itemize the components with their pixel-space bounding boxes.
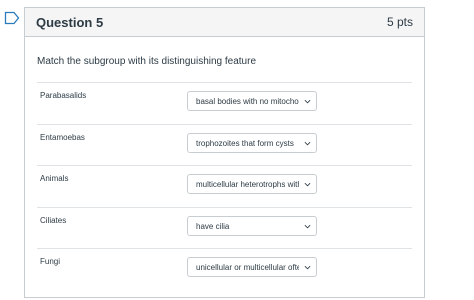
question-header: Question 5 5 pts xyxy=(25,8,424,37)
dropdown-selected-value: multicellular heterotrophs with xyxy=(196,180,299,189)
match-row: Parabasalids basal bodies with no mitoch… xyxy=(37,82,412,124)
match-row: Ciliates have cilia xyxy=(37,206,412,249)
match-list: Parabasalids basal bodies with no mitoch… xyxy=(37,82,412,290)
question-title: Question 5 xyxy=(36,14,104,30)
answer-dropdown[interactable]: have cilia xyxy=(187,215,317,236)
match-term: Entamoebas xyxy=(40,132,85,142)
answer-dropdown[interactable]: trophozoites that form cysts xyxy=(187,132,317,153)
match-row: Fungi unicellular or multicellular often xyxy=(37,248,412,290)
answer-dropdown[interactable]: unicellular or multicellular often xyxy=(187,257,317,277)
question-card: Question 5 5 pts Match the subgroup with… xyxy=(24,7,425,298)
match-term: Fungi xyxy=(40,257,61,266)
chevron-down-icon xyxy=(304,224,311,228)
chevron-down-icon xyxy=(304,99,311,104)
chevron-down-icon xyxy=(304,182,311,187)
answer-dropdown[interactable]: basal bodies with no mitochondria xyxy=(187,91,317,111)
bookmark-flag-icon[interactable] xyxy=(4,11,20,25)
dropdown-selected-value: trophozoites that form cysts xyxy=(196,138,294,148)
question-points: 5 pts xyxy=(386,15,413,29)
match-term: Animals xyxy=(40,174,69,183)
dropdown-selected-value: have cilia xyxy=(196,221,230,231)
dropdown-selected-value: basal bodies with no mitochondria xyxy=(196,97,299,106)
chevron-down-icon xyxy=(304,141,311,145)
chevron-down-icon xyxy=(304,265,311,270)
match-row: Entamoebas trophozoites that form cysts xyxy=(37,123,412,166)
question-prompt: Match the subgroup with its distinguishi… xyxy=(37,56,257,67)
answer-dropdown[interactable]: multicellular heterotrophs with xyxy=(187,174,317,194)
match-row: Animals multicellular heterotrophs with xyxy=(37,165,412,207)
match-term: Ciliates xyxy=(40,215,67,225)
dropdown-selected-value: unicellular or multicellular often xyxy=(196,263,299,272)
match-term: Parabasalids xyxy=(40,91,87,100)
